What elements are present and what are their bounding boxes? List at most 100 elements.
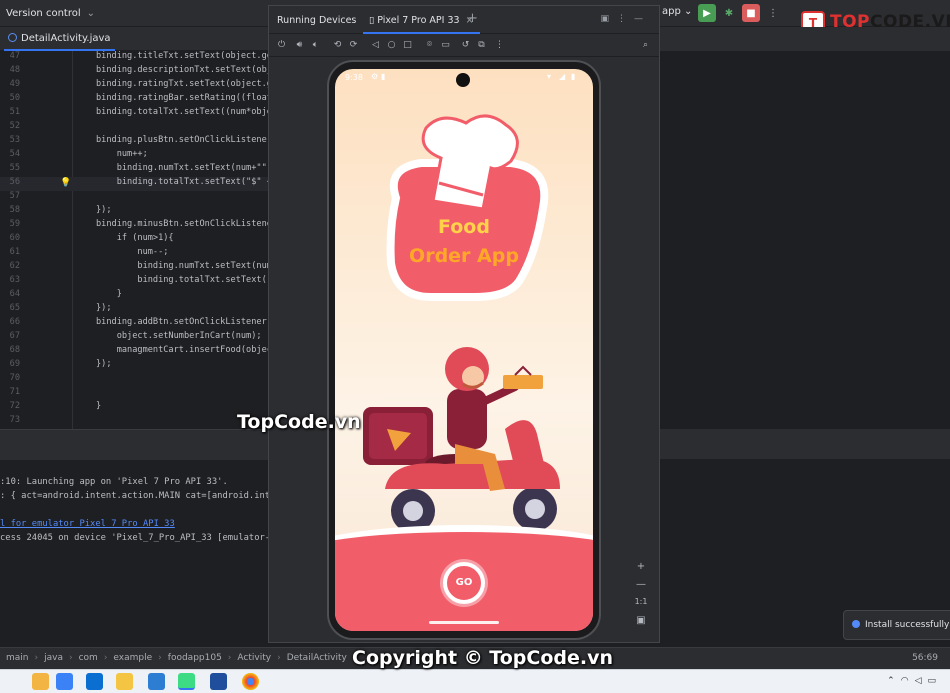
code-line[interactable]: 48 binding.descriptionTxt.setText(obj bbox=[0, 65, 268, 79]
more-vertical-icon[interactable]: ⋮ bbox=[617, 14, 634, 24]
breadcrumb-item[interactable]: DetailActivity bbox=[287, 653, 347, 663]
fit-screen-icon[interactable]: ▣ bbox=[631, 615, 651, 633]
code-text: }); bbox=[96, 359, 112, 369]
code-line[interactable]: 56 binding.totalTxt.setText("$" + bbox=[0, 177, 268, 191]
volume-down-icon[interactable]: 🔈︎ bbox=[309, 39, 322, 52]
rotate-right-icon[interactable]: ⟳ bbox=[347, 39, 360, 52]
code-line[interactable]: 70 bbox=[0, 373, 268, 387]
more-vertical-icon[interactable]: ⋮ bbox=[493, 39, 506, 52]
system-tray[interactable]: ⌃◠◁▭ bbox=[887, 676, 942, 686]
code-line[interactable]: 63 binding.totalTxt.setText( bbox=[0, 275, 268, 289]
zoom-search-icon[interactable]: ⌕ bbox=[639, 39, 652, 52]
caret-position[interactable]: 56:69 bbox=[912, 653, 938, 663]
run-console[interactable]: :10: Launching app on 'Pixel 7 Pro API 3… bbox=[0, 429, 281, 647]
code-line[interactable]: 59 binding.minusBtn.setOnClickListene bbox=[0, 219, 268, 233]
stop-icon: ■ bbox=[746, 7, 756, 19]
device-toolbar: ⏻ 🔊︎ 🔈︎ ⟲ ⟳ ◁ ○ □ ⌾ ▭ ↺ ⧉ ⋮ ⌕ bbox=[269, 35, 659, 57]
device-screen[interactable]: 9:38 ⚙ ▮ ▾ ◢ ▮ Food Order App GO bbox=[335, 69, 593, 631]
chevron-right-icon: › bbox=[277, 653, 281, 663]
stop-button[interactable]: ■ bbox=[742, 4, 760, 22]
line-number: 50 bbox=[9, 93, 20, 103]
run-button[interactable]: ▶ bbox=[698, 4, 716, 22]
zoom-actual-size-button[interactable]: 1:1 bbox=[631, 597, 651, 615]
power-icon[interactable]: ⏻ bbox=[275, 39, 288, 52]
line-number: 70 bbox=[9, 373, 20, 383]
more-vertical-icon: ⋮ bbox=[768, 7, 778, 19]
record-icon[interactable]: ▭ bbox=[439, 39, 452, 52]
breadcrumb-item[interactable]: main bbox=[6, 653, 29, 663]
line-number: 62 bbox=[9, 261, 20, 271]
go-button[interactable]: GO bbox=[443, 562, 485, 604]
file-explorer-icon[interactable] bbox=[116, 673, 133, 690]
code-line[interactable]: 66 binding.addBtn.setOnClickListener( bbox=[0, 317, 268, 331]
zoom-in-icon[interactable]: + bbox=[631, 561, 651, 579]
window-icon[interactable]: ▣ bbox=[600, 14, 617, 24]
mirror-icon[interactable]: ⧉ bbox=[475, 39, 488, 52]
code-text: binding.titleTxt.setText(object.ge bbox=[96, 51, 268, 61]
code-line[interactable]: 50 binding.ratingBar.setRating((float bbox=[0, 93, 268, 107]
code-line[interactable]: 72} bbox=[0, 401, 268, 415]
sd-card-icon: ▮ bbox=[381, 72, 386, 81]
version-control-menu[interactable]: Version control ⌄ bbox=[6, 8, 95, 19]
camera-icon[interactable]: ⌾ bbox=[423, 39, 436, 52]
code-line[interactable]: 57 bbox=[0, 191, 268, 205]
code-line[interactable]: 53 binding.plusBtn.setOnClickListener bbox=[0, 135, 268, 149]
device-tab[interactable]: ▯ Pixel 7 Pro API 33 × bbox=[363, 6, 480, 34]
console-link[interactable]: l for emulator Pixel 7 Pro API 33 bbox=[0, 519, 175, 529]
code-editor[interactable]: 💡 47 binding.titleTxt.setText(object.ge 48… bbox=[0, 51, 268, 429]
code-line[interactable]: 65}); bbox=[0, 303, 268, 317]
line-number: 56 bbox=[9, 177, 20, 187]
code-line[interactable]: 60 if (num>1){ bbox=[0, 233, 268, 247]
code-line[interactable]: 49 binding.ratingTxt.setText(object.g bbox=[0, 79, 268, 93]
debug-button[interactable]: ✱ bbox=[720, 4, 738, 22]
breadcrumb-item[interactable]: foodapp105 bbox=[168, 653, 222, 663]
code-line[interactable]: 51 binding.totalTxt.setText((num*obje bbox=[0, 107, 268, 121]
code-line[interactable]: 47 binding.titleTxt.setText(object.ge bbox=[0, 51, 268, 65]
code-line[interactable]: 55 binding.numTxt.setText(num+"") bbox=[0, 163, 268, 177]
volume-up-icon[interactable]: 🔊︎ bbox=[293, 39, 306, 52]
code-line[interactable]: 69}); bbox=[0, 359, 268, 373]
code-line[interactable]: 62 binding.numTxt.setText(num bbox=[0, 261, 268, 275]
code-line[interactable]: 61 num--; bbox=[0, 247, 268, 261]
gesture-nav-bar bbox=[429, 621, 499, 624]
breadcrumb-item[interactable]: Activity bbox=[237, 653, 271, 663]
chevron-right-icon: › bbox=[34, 653, 39, 663]
virtualbox-icon[interactable] bbox=[210, 673, 227, 690]
running-devices-panel: Running Devices ▯ Pixel 7 Pro API 33 × + … bbox=[268, 5, 660, 643]
code-line[interactable]: 54 num++; bbox=[0, 149, 268, 163]
code-line[interactable]: 68 managmentCart.insertFood(objec bbox=[0, 345, 268, 359]
more-actions-button[interactable]: ⋮ bbox=[764, 4, 782, 22]
editor-tabs-right bbox=[660, 27, 950, 51]
tab-detailactivity[interactable]: DetailActivity.java bbox=[4, 27, 115, 51]
minimize-icon[interactable]: — bbox=[634, 14, 651, 24]
line-number: 65 bbox=[9, 303, 20, 313]
code-line[interactable]: 67 object.setNumberInCart(num); bbox=[0, 331, 268, 345]
history-icon[interactable]: ↺ bbox=[459, 39, 472, 52]
app-icon[interactable] bbox=[56, 673, 73, 690]
notes-app-icon[interactable] bbox=[32, 673, 49, 690]
code-line[interactable]: 58}); bbox=[0, 205, 268, 219]
home-icon[interactable]: ○ bbox=[385, 39, 398, 52]
code-line[interactable]: 71 bbox=[0, 387, 268, 401]
rotate-left-icon[interactable]: ⟲ bbox=[331, 39, 344, 52]
breadcrumb-item[interactable]: com bbox=[79, 653, 98, 663]
editor-app-icon[interactable] bbox=[148, 673, 165, 690]
chrome-icon[interactable] bbox=[242, 673, 259, 690]
code-line[interactable]: 64 } bbox=[0, 289, 268, 303]
back-icon[interactable]: ◁ bbox=[369, 39, 382, 52]
phone-icon: ▯ bbox=[369, 15, 378, 26]
zoom-out-icon[interactable]: — bbox=[631, 579, 651, 597]
code-text: binding.descriptionTxt.setText(obj bbox=[96, 65, 268, 75]
breadcrumb-item[interactable]: example bbox=[113, 653, 152, 663]
android-studio-icon[interactable] bbox=[178, 673, 195, 690]
breadcrumb-item[interactable]: java bbox=[44, 653, 63, 663]
overview-icon[interactable]: □ bbox=[401, 39, 414, 52]
code-line[interactable]: 73 bbox=[0, 415, 268, 429]
install-notification[interactable]: Install successfully finished bbox=[843, 610, 950, 640]
line-number: 73 bbox=[9, 415, 20, 425]
code-line[interactable]: 52 bbox=[0, 121, 268, 135]
add-device-button[interactable]: + bbox=[467, 11, 478, 26]
run-config-selector[interactable]: app ⌄ bbox=[662, 6, 692, 17]
battery-icon: ▭ bbox=[927, 676, 942, 686]
store-icon[interactable] bbox=[86, 673, 103, 690]
